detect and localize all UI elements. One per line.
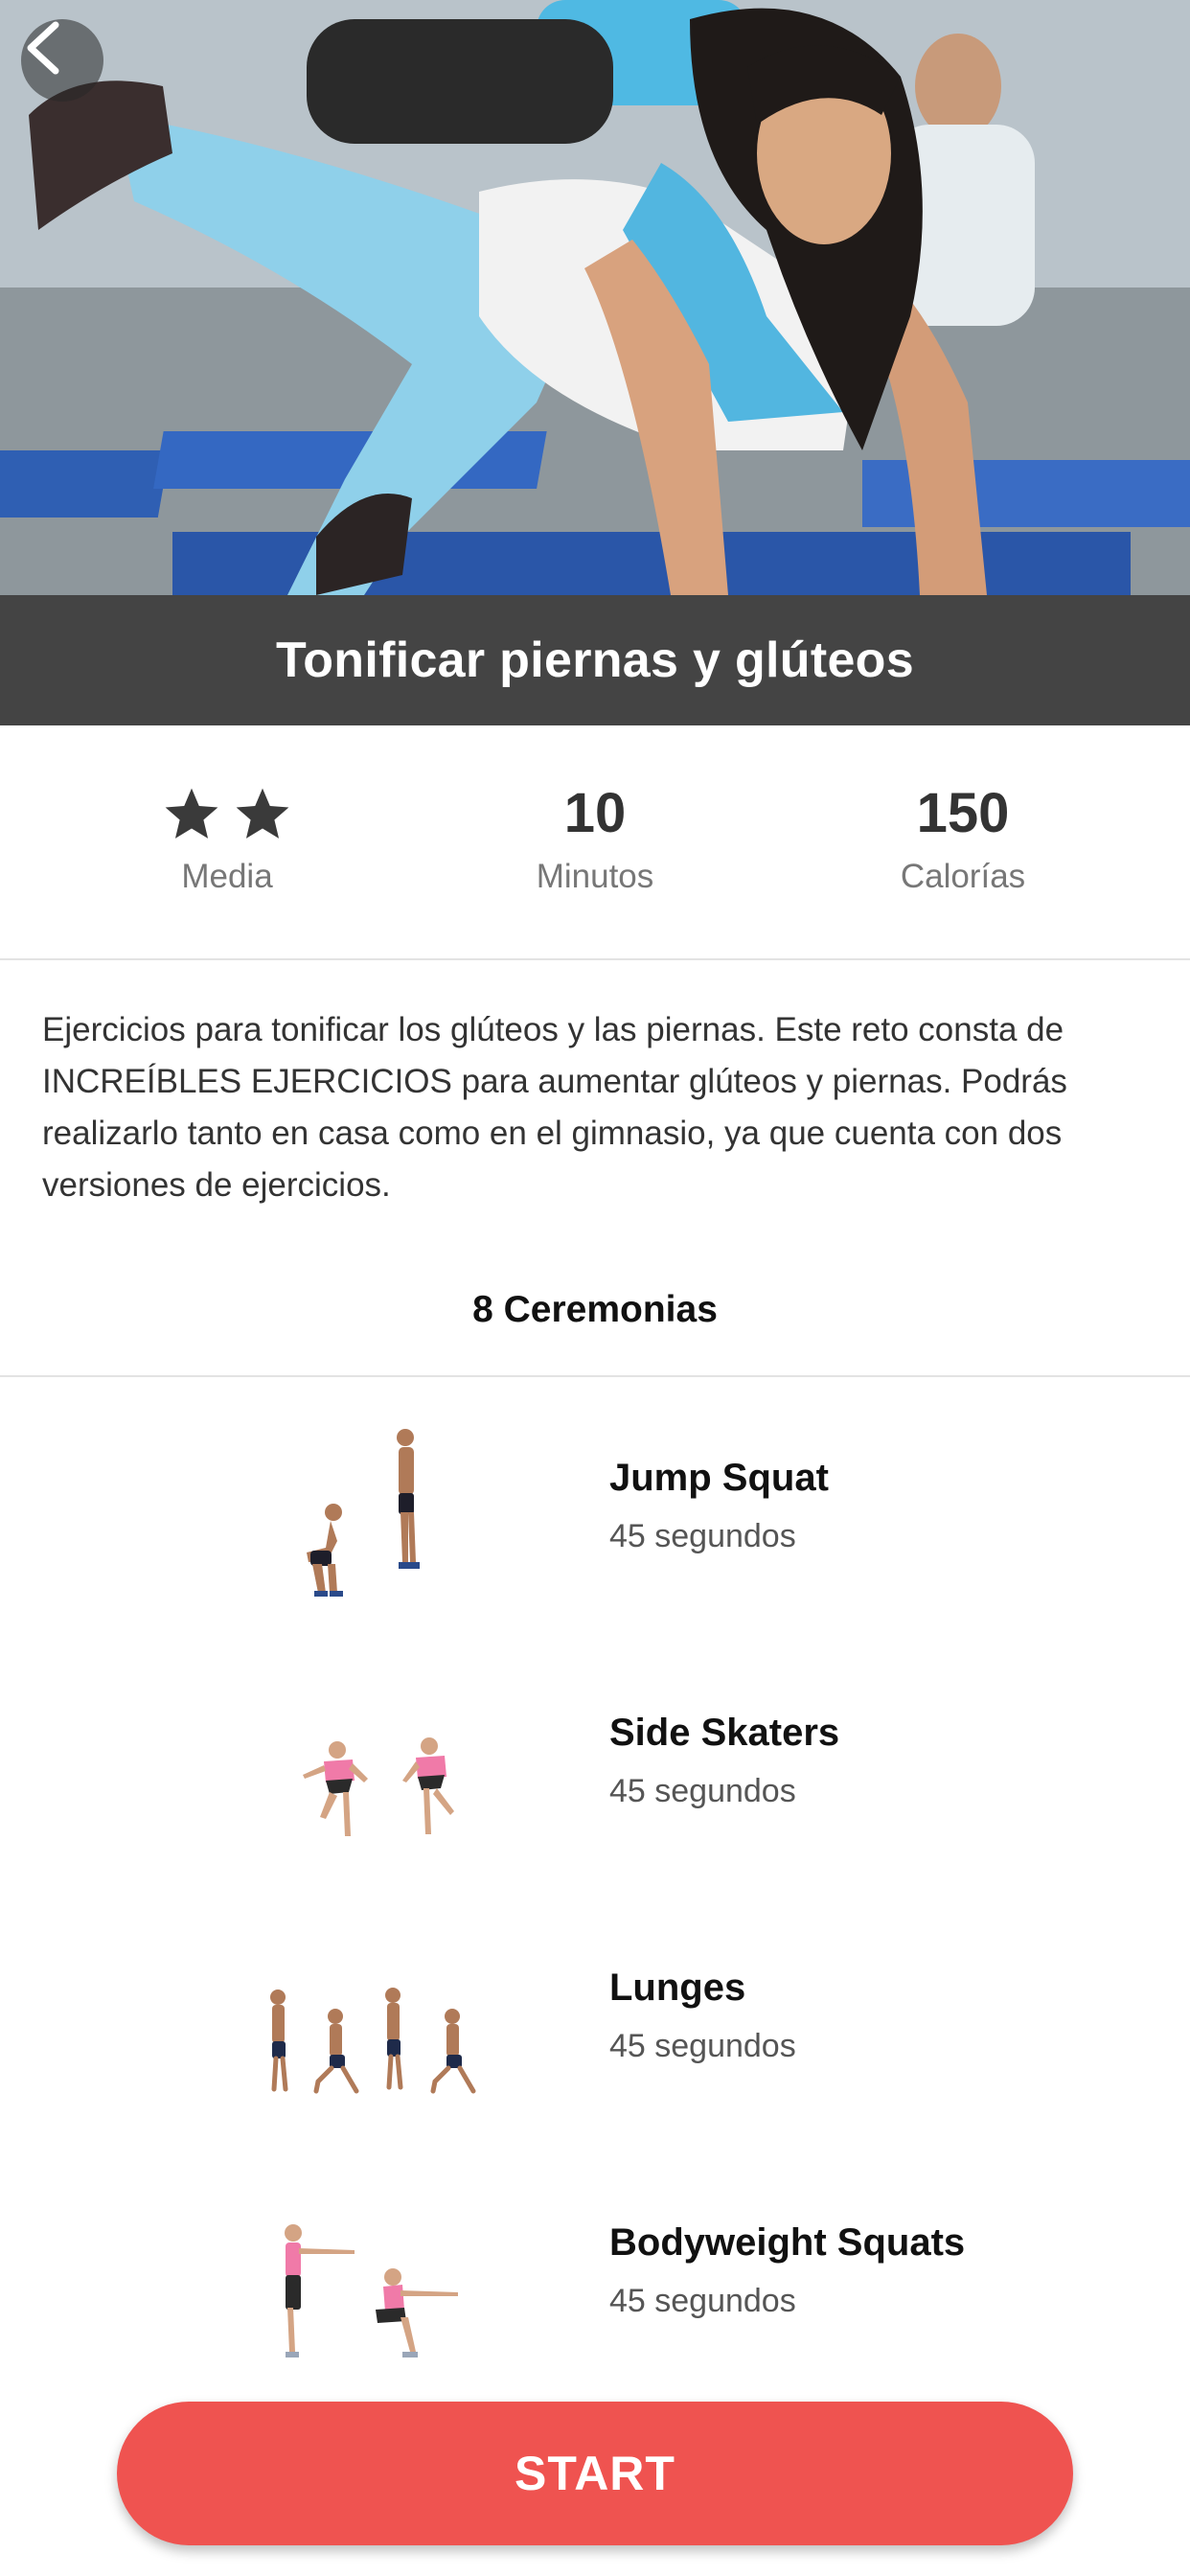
star-icon — [236, 788, 289, 839]
exercise-name: Bodyweight Squats — [609, 2221, 966, 2264]
calories-stat: 150 Calorías — [790, 783, 1135, 896]
exercise-item[interactable]: Bodyweight Squats 45 segundos — [0, 2145, 1190, 2400]
chevron-left-icon — [27, 21, 59, 75]
exercise-item[interactable]: Side Skaters 45 segundos — [0, 1635, 1190, 1890]
title-bar: Tonificar piernas y glúteos — [0, 595, 1190, 725]
start-button-label: START — [515, 2447, 675, 2500]
exercise-item[interactable]: Jump Squat 45 segundos — [0, 1380, 1190, 1635]
calories-label: Calorías — [900, 857, 1026, 895]
hero-image — [0, 0, 1190, 595]
exercise-item[interactable]: Lunges 45 segundos — [0, 1890, 1190, 2145]
page-title: Tonificar piernas y glúteos — [276, 632, 914, 688]
duration-stat: 10 Minutos — [423, 783, 767, 896]
workout-photo — [0, 0, 1190, 595]
side-skaters-figure — [303, 1737, 454, 1836]
bodyweight-squats-figure — [285, 2224, 458, 2358]
exercise-name: Lunges — [609, 1966, 746, 2009]
exercise-name: Side Skaters — [609, 1712, 840, 1754]
difficulty-stat: Media — [55, 783, 400, 896]
exercise-duration: 45 segundos — [609, 2283, 796, 2319]
duration-label: Minutos — [536, 857, 654, 895]
difficulty-stars — [55, 783, 400, 844]
duration-value: 10 — [563, 782, 627, 844]
start-button[interactable]: START — [117, 2402, 1073, 2545]
back-button[interactable] — [21, 19, 103, 102]
difficulty-label: Media — [181, 858, 273, 895]
calories-value: 150 — [916, 782, 1010, 844]
stats-panel: Media 10 Minutos 150 Calorías — [0, 725, 1190, 960]
lunges-figure — [270, 1988, 476, 2094]
star-icon — [165, 788, 218, 839]
exercise-duration: 45 segundos — [609, 1773, 796, 1809]
jump-squat-figure — [307, 1429, 420, 1597]
exercise-count-heading: 8 Ceremonias — [472, 1289, 718, 1330]
divider — [0, 1375, 1190, 1377]
exercise-duration: 45 segundos — [609, 2028, 796, 2064]
workout-description: Ejercicios para tonificar los glúteos y … — [42, 1011, 1067, 1204]
exercise-name: Jump Squat — [609, 1457, 829, 1499]
exercise-duration: 45 segundos — [609, 1518, 796, 1554]
